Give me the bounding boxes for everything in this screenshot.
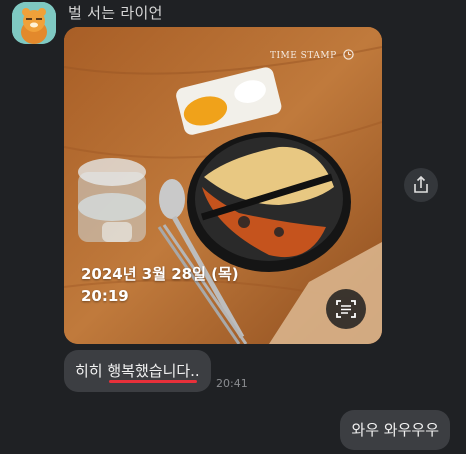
photo-date-text: 2024년 3월 28일 (목) bbox=[81, 265, 239, 283]
scan-text-button[interactable] bbox=[326, 289, 366, 329]
highlight-underline bbox=[109, 380, 197, 383]
scan-text-icon bbox=[336, 300, 356, 318]
share-icon bbox=[414, 175, 428, 193]
share-button[interactable] bbox=[404, 168, 438, 202]
timestamp-watermark: TIME STAMP bbox=[270, 49, 354, 61]
photo-date-overlay: 2024년 3월 28일 (목) 20:19 bbox=[81, 263, 239, 307]
shared-photo[interactable]: TIME STAMP 2024년 3월 28일 (목) 20:19 bbox=[64, 27, 382, 344]
clock-icon bbox=[343, 49, 354, 60]
sender-name: 벌 서는 라이언 bbox=[68, 4, 163, 22]
message-text: 히히 행복했습니다.. bbox=[75, 362, 200, 380]
avatar-character-icon bbox=[12, 2, 56, 44]
watermark-text: TIME STAMP bbox=[269, 51, 337, 61]
message-bubble-incoming[interactable]: 히히 행복했습니다.. bbox=[64, 350, 211, 392]
message-text: 와우 와우우우 bbox=[351, 421, 439, 439]
sender-avatar[interactable] bbox=[12, 2, 56, 44]
message-time: 20:41 bbox=[216, 377, 248, 390]
message-bubble-outgoing[interactable]: 와우 와우우우 bbox=[340, 410, 450, 450]
photo-time-text: 20:19 bbox=[81, 287, 129, 305]
